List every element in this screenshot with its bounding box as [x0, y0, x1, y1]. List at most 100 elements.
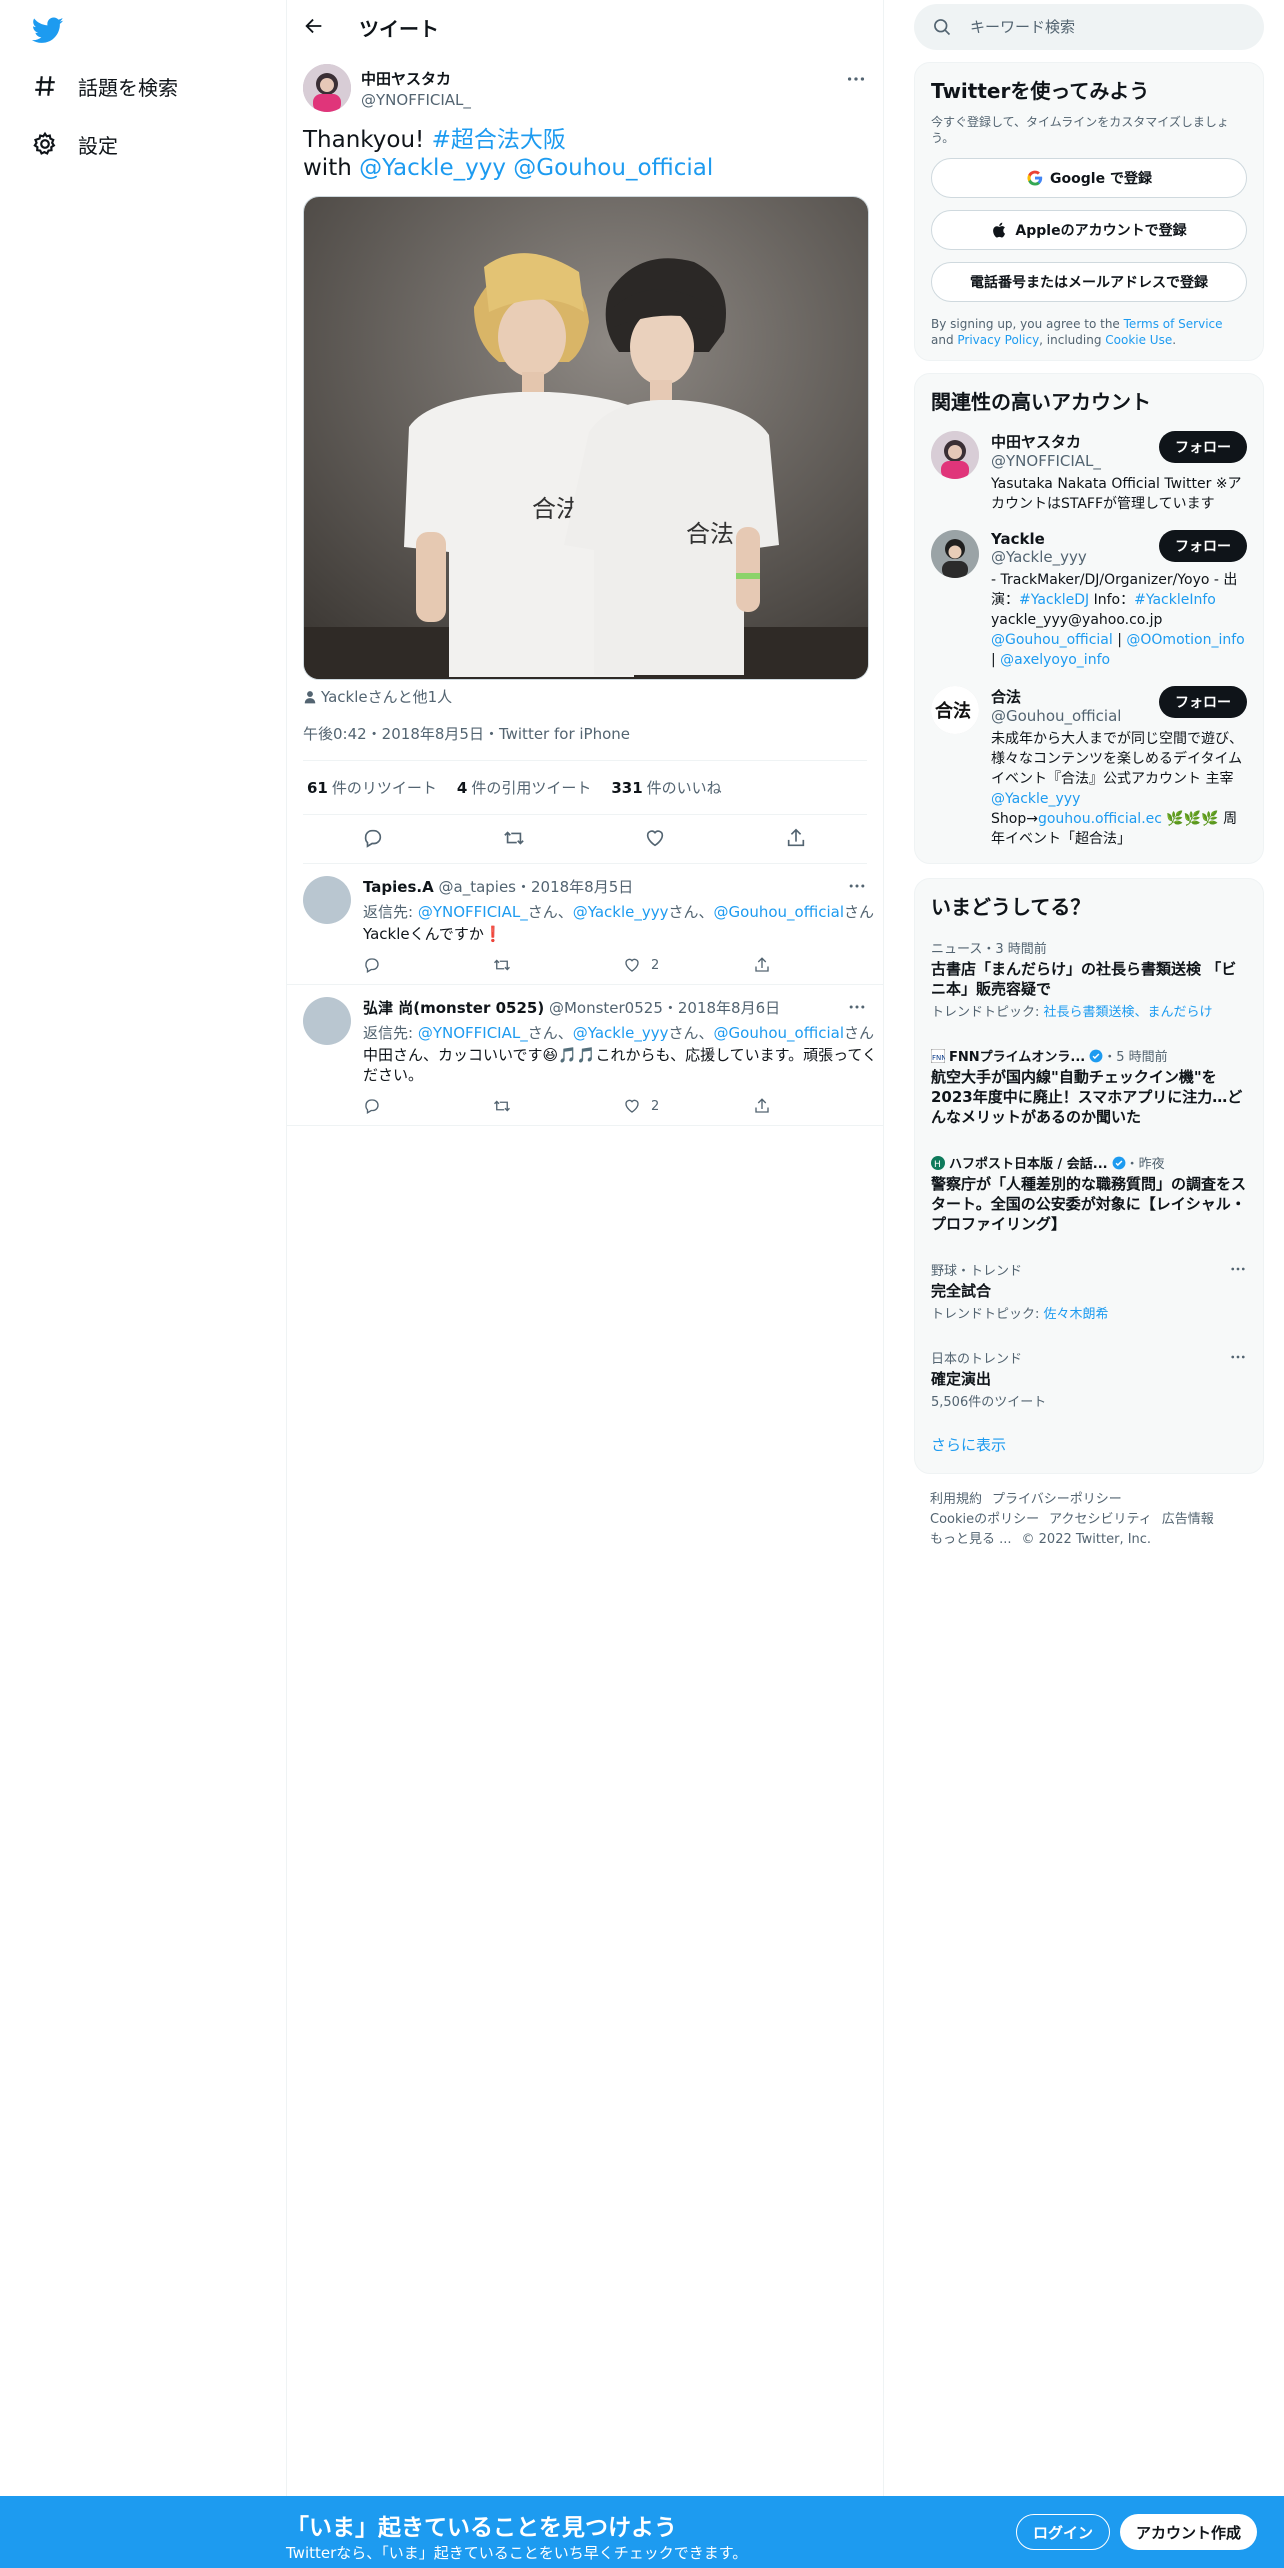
trend-meta: FNN FNNプライムオンラ... ・5 時間前	[931, 1046, 1247, 1065]
reply-avatar[interactable]	[303, 876, 351, 924]
follow-button[interactable]: フォロー	[1159, 686, 1247, 718]
footer-link-privacy[interactable]: プライバシーポリシー	[992, 1492, 1122, 1507]
follow-button[interactable]: フォロー	[1159, 530, 1247, 562]
trend-item[interactable]: 日本のトレンド 確定演出 5,506件のツイート	[931, 1348, 1247, 1410]
twitter-logo-icon[interactable]	[32, 14, 64, 46]
create-account-button[interactable]: アカウント作成	[1120, 2514, 1258, 2550]
search-icon	[932, 17, 970, 37]
footer-link-cookie[interactable]: Cookieのポリシー	[930, 1512, 1039, 1527]
related-account[interactable]: 中田ヤスタカ @YNOFFICIAL_ Yasutaka Nakata Offi…	[931, 431, 1247, 514]
account-avatar[interactable]: 合法	[931, 686, 979, 734]
reply-avatar[interactable]	[303, 997, 351, 1045]
account-avatar[interactable]	[931, 530, 979, 578]
mention-link[interactable]: @Gouhou_official	[991, 632, 1113, 648]
reply-button[interactable]	[363, 1097, 493, 1115]
show-more-link[interactable]: さらに表示	[931, 1434, 1247, 1461]
reply-icon	[365, 1099, 379, 1114]
more-options-icon[interactable]	[845, 68, 867, 90]
tweet-timestamp[interactable]: 午後0:42・2018年8月5日・Twitter for iPhone	[303, 723, 867, 761]
footer-link-accessibility[interactable]: アクセシビリティ	[1049, 1512, 1152, 1527]
reply-tweet[interactable]: 弘津 尚(monster 0525) @Monster0525・2018年8月6…	[287, 985, 883, 1126]
quotes-stat[interactable]: 4 件の引用ツイート	[457, 777, 591, 798]
retweet-button[interactable]	[493, 1097, 623, 1115]
nav-explore[interactable]: 話題を検索	[32, 66, 178, 106]
share-icon[interactable]	[785, 827, 809, 851]
author-name[interactable]: 中田ヤスタカ	[361, 68, 471, 89]
trend-sub-label: トレンドトピック:	[931, 1307, 1044, 1322]
trend-item[interactable]: 野球・トレンド 完全試合 トレンドトピック: 佐々木朗希	[931, 1260, 1247, 1322]
account-bio: - TrackMaker/DJ/Organizer/Yoyo - 出演：#Yac…	[991, 570, 1247, 670]
login-button[interactable]: ログイン	[1016, 2514, 1111, 2550]
related-account[interactable]: 合法 合法 @Gouhou_official 未成年から大人までが同じ空間で遊び…	[931, 686, 1247, 849]
footer-link-terms[interactable]: 利用規約	[930, 1492, 982, 1507]
apple-signup-button[interactable]: Appleのアカウントで登録	[931, 210, 1247, 250]
share-button[interactable]	[753, 956, 883, 974]
more-options-icon[interactable]	[847, 997, 867, 1017]
google-signup-button[interactable]: Google で登録	[931, 158, 1247, 198]
mention-link[interactable]: @Yackle_yyy	[573, 903, 669, 921]
back-arrow-icon[interactable]	[303, 15, 327, 39]
more-options-icon[interactable]	[1229, 1260, 1247, 1278]
retweet-icon[interactable]	[503, 827, 527, 851]
shop-link[interactable]: gouhou.official.ec	[1038, 811, 1162, 827]
cookie-link[interactable]: Cookie Use	[1105, 333, 1172, 347]
trend-item[interactable]: H ハフポスト日本版 / 会話... ・昨夜 警察庁が「人種差別的な職務質問」の…	[931, 1153, 1247, 1234]
mention-link[interactable]: @Gouhou_official	[513, 155, 713, 181]
hashtag-link[interactable]: #YackleDJ	[1019, 592, 1089, 608]
more-options-icon[interactable]	[1229, 1348, 1247, 1366]
right-sidebar: Twitterを使ってみよう 今すぐ登録して、タイムラインをカスタマイズしましょ…	[914, 0, 1264, 1566]
trend-meta: ニュース・3 時間前	[931, 942, 1047, 957]
reply-date[interactable]: ・2018年8月5日	[516, 878, 633, 896]
mention-link[interactable]: @OOmotion_info	[1126, 632, 1244, 648]
trend-topic-link[interactable]: 佐々木朗希	[1044, 1307, 1109, 1322]
reply-author-handle[interactable]: @Monster0525	[549, 999, 663, 1017]
footer-link-ads[interactable]: 広告情報	[1162, 1512, 1214, 1527]
mention-link[interactable]: @Yackle_yyy	[573, 1024, 669, 1042]
search-bar[interactable]	[914, 4, 1264, 50]
author-handle[interactable]: @YNOFFICIAL_	[361, 91, 471, 109]
account-avatar[interactable]	[931, 431, 979, 479]
like-button[interactable]: 2	[623, 1097, 753, 1115]
mention-link[interactable]: @Gouhou_official	[714, 1024, 844, 1042]
related-account[interactable]: Yackle @Yackle_yyy - TrackMaker/DJ/Organ…	[931, 530, 1247, 670]
like-button[interactable]: 2	[623, 956, 753, 974]
phone-email-signup-label: 電話番号またはメールアドレスで登録	[970, 275, 1208, 291]
reply-date[interactable]: ・2018年8月6日	[663, 999, 780, 1017]
mention-link[interactable]: @Yackle_yyy	[359, 155, 506, 181]
privacy-link[interactable]: Privacy Policy	[957, 333, 1039, 347]
nav-settings[interactable]: 設定	[32, 124, 118, 164]
mention-link[interactable]: @YNOFFICIAL_	[418, 1024, 528, 1042]
search-input[interactable]	[970, 18, 1220, 36]
phone-email-signup-button[interactable]: 電話番号またはメールアドレスで登録	[931, 262, 1247, 302]
mention-link[interactable]: @Gouhou_official	[714, 903, 844, 921]
reply-author-name[interactable]: 弘津 尚(monster 0525)	[363, 999, 544, 1017]
share-button[interactable]	[753, 1097, 883, 1115]
retweet-button[interactable]	[493, 956, 623, 974]
reply-tweet[interactable]: Tapies.A @a_tapies・2018年8月5日 返信先: @YNOFF…	[287, 864, 883, 985]
more-options-icon[interactable]	[847, 876, 867, 896]
mention-link[interactable]: @Yackle_yyy	[991, 791, 1080, 807]
reply-to-san: さん	[843, 1024, 874, 1042]
mention-link[interactable]: @YNOFFICIAL_	[418, 903, 528, 921]
reply-button[interactable]	[363, 956, 493, 974]
hashtag-link[interactable]: #YackleInfo	[1134, 592, 1216, 608]
trend-item[interactable]: FNN FNNプライムオンラ... ・5 時間前 航空大手が国内線"自動チェック…	[931, 1046, 1247, 1127]
likes-stat[interactable]: 331 件のいいね	[611, 777, 721, 798]
mention-link[interactable]: @axelyoyo_info	[1000, 652, 1110, 668]
reply-icon[interactable]	[362, 827, 386, 851]
tweet-photo[interactable]: 合法 合法	[303, 196, 869, 680]
author-avatar[interactable]	[303, 64, 351, 112]
signup-legal: By signing up, you agree to the Terms of…	[931, 316, 1247, 348]
footer-link-more[interactable]: もっと見る ...	[930, 1532, 1012, 1547]
trend-topic-link[interactable]: 社長ら書類送検、まんだらけ	[1044, 1005, 1213, 1020]
follow-button[interactable]: フォロー	[1159, 431, 1247, 463]
hashtag-link[interactable]: #超合法大阪	[432, 127, 566, 153]
legal-text: .	[1172, 333, 1177, 347]
trend-item[interactable]: ニュース・3 時間前 古書店「まんだらけ」の社長ら書類送検 「ビニ本」販売容疑で…	[931, 938, 1247, 1020]
tagged-users[interactable]: Yackleさんと他1人	[303, 686, 867, 707]
reply-author-name[interactable]: Tapies.A	[363, 878, 434, 896]
terms-link[interactable]: Terms of Service	[1124, 317, 1223, 331]
reply-author-handle[interactable]: @a_tapies	[439, 878, 517, 896]
like-icon[interactable]	[644, 827, 668, 851]
retweets-stat[interactable]: 61 件のリツイート	[307, 777, 437, 798]
